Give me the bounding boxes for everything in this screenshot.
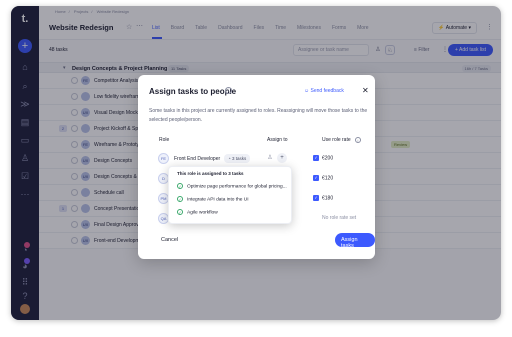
role-name: Front End Developer xyxy=(174,156,221,162)
role-tasks-popover: This role is assigned to 3 tasks ✓ Optimi… xyxy=(168,166,292,224)
app-window: t. + ⌂ ⌕ ≫ ▤ ▭ ♙ ☑ ⋯ ◔ ◕ ⠿ ? Home / Proje… xyxy=(11,6,501,320)
rate-info-icon[interactable]: i xyxy=(355,137,361,143)
popover-task-name: Integrate API data into the UI xyxy=(187,197,249,203)
role-rate-checkbox[interactable]: ✓ xyxy=(313,195,319,201)
role-rate-value: €180 xyxy=(322,195,334,202)
role-rate-value: €200 xyxy=(322,155,334,162)
popover-task-item[interactable]: ✓ Optimize page performance for global pr… xyxy=(177,183,287,189)
send-feedback-link[interactable]: ☺ Send feedback xyxy=(304,88,344,94)
close-icon[interactable]: ✕ xyxy=(362,86,369,95)
role-rate-checkbox[interactable]: ✓ xyxy=(313,155,319,161)
role-rate: ✓ €180 xyxy=(313,195,333,201)
role-rate-column-header: Use role rate xyxy=(322,137,351,143)
role-tasks-count: 3 tasks xyxy=(231,156,247,161)
assign-tasks-dialog: Assign tasks to people i ☺ Send feedback… xyxy=(138,75,375,259)
dialog-description: Some tasks in this project are currently… xyxy=(149,108,368,123)
role-column-header: Role xyxy=(159,137,170,143)
send-feedback-label: Send feedback xyxy=(310,88,344,94)
role-tasks-chip[interactable]: ◔ 3 tasks xyxy=(224,154,251,163)
cancel-button[interactable]: Cancel xyxy=(161,237,178,243)
assign-tasks-button[interactable]: Assign tasks xyxy=(335,233,375,249)
task-check-icon: ✓ xyxy=(177,209,183,215)
role-rate: ✓ €120 xyxy=(313,175,333,181)
dialog-title: Assign tasks to people xyxy=(149,87,237,96)
popover-task-name: Optimize page performance for global pri… xyxy=(187,184,287,190)
popover-task-item[interactable]: ✓ Agile workflow xyxy=(177,209,218,215)
role-rate-checkbox[interactable]: ✓ xyxy=(313,175,319,181)
task-check-icon: ✓ xyxy=(177,183,183,189)
task-check-icon: ✓ xyxy=(177,196,183,202)
popover-task-name: Agile workflow xyxy=(187,210,218,216)
role-rate: ✓ €200 xyxy=(313,155,333,161)
no-role-rate: No role rate set xyxy=(322,215,357,221)
assign-column-header: Assign to xyxy=(267,137,288,143)
popover-task-item[interactable]: ✓ Integrate API data into the UI xyxy=(177,196,249,202)
popover-title: This role is assigned to 3 tasks xyxy=(177,171,244,176)
role-avatar: FE xyxy=(158,153,169,164)
person-icon: ♙ xyxy=(267,155,273,161)
info-icon[interactable]: i xyxy=(225,87,232,94)
add-assignee-button[interactable]: + xyxy=(277,153,287,163)
role-rate-value: €120 xyxy=(322,175,334,182)
